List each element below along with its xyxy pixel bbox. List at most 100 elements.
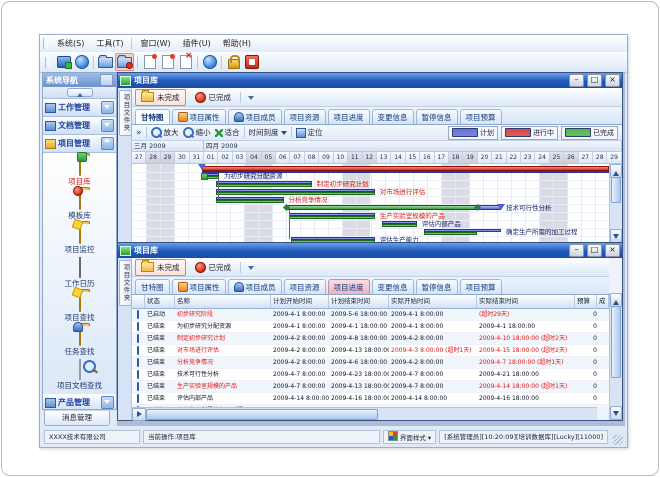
scroll-down-icon[interactable] (610, 229, 622, 243)
menu-item[interactable]: 窗口(W) (134, 36, 176, 51)
locate-button[interactable]: 定位 (296, 127, 323, 138)
column-header-预算[interactable]: 预算 (575, 295, 597, 308)
doc-edit-button[interactable] (159, 54, 176, 70)
scroll-up-icon[interactable] (610, 293, 622, 307)
project-folder-side-tab[interactable]: 项目文件夹 (119, 260, 132, 306)
scrollbar-thumb[interactable] (611, 306, 621, 378)
column-header-实际结束时间[interactable]: 实际结束时间 (477, 295, 575, 308)
scrollbar-thumb[interactable] (611, 177, 621, 203)
interface-style-dropdown[interactable]: 界面样式 ▾ (383, 430, 436, 444)
tab-暂停信息[interactable]: 暂停信息 (416, 279, 458, 294)
gantt-actual-bar[interactable] (216, 192, 375, 195)
scroll-up-icon[interactable] (610, 164, 622, 178)
chevron-down-icon[interactable] (101, 101, 114, 114)
tab-甘特图[interactable]: 甘特图 (135, 279, 170, 294)
table-row[interactable]: 已结束为初步研究分配资源2009-4-1 8:00:002009-4-1 18:… (132, 321, 609, 333)
lock-button[interactable] (225, 54, 242, 70)
table-vertical-scrollbar[interactable] (609, 293, 622, 420)
sidebar-item-项目文档查找[interactable]: 项目文档查找 (43, 359, 116, 393)
column-header-计划结束时间[interactable]: 计划结束时间 (329, 295, 389, 308)
dropdown-icon[interactable] (244, 260, 258, 274)
sidebar-item-项目监控[interactable]: 项目监控 (43, 223, 116, 257)
tab-变更信息[interactable]: 变更信息 (372, 279, 414, 294)
restore-button[interactable]: □ (587, 74, 602, 87)
restore-button[interactable]: □ (587, 244, 602, 257)
scrollbar-thumb[interactable] (146, 409, 378, 420)
sidebar-item-任务查找[interactable]: 任务查找 (43, 325, 116, 359)
gantt-actual-bar[interactable] (382, 224, 417, 227)
filter-已完成[interactable]: 已完成 (189, 259, 238, 276)
table-row[interactable]: 已结束分析竞争情况2009-4-2 8:00:002009-4-6 18:00:… (132, 357, 609, 369)
exit-button[interactable] (243, 54, 260, 70)
message-management-tab[interactable]: 消息管理 (44, 410, 110, 426)
menu-item[interactable]: 插件(U) (177, 36, 217, 51)
resize-grip[interactable] (613, 435, 623, 445)
sidebar-group-collapsed[interactable]: 工作管理 (43, 99, 116, 117)
sidebar-item-项目查找[interactable]: 项目查找 (43, 291, 116, 325)
zoom-in-button[interactable]: 放大 (151, 127, 179, 138)
table-row[interactable]: 已结束评估内部产品2009-4-14 8:00:002009-4-16 18:0… (132, 393, 609, 405)
tab-项目属性[interactable]: 项目属性 (172, 109, 226, 124)
table-window-titlebar[interactable]: 项目库 – □ × (118, 243, 622, 258)
fit-button[interactable]: 适合 (215, 127, 240, 138)
tab-项目进度[interactable]: 项目进度 (328, 279, 370, 294)
globe-button[interactable] (73, 54, 90, 70)
table-row[interactable]: 已结束制定初步研究计划2009-4-2 8:00:002009-4-8 18:0… (132, 333, 609, 345)
filter-未完成[interactable]: 未完成 (135, 89, 186, 106)
gantt-vertical-scrollbar[interactable] (609, 164, 622, 243)
time-scale-dropdown[interactable]: 时间刻度 (249, 127, 287, 138)
column-header-实际开始时间[interactable]: 实际开始时间 (389, 295, 477, 308)
tab-变更信息[interactable]: 变更信息 (372, 109, 414, 124)
tab-项目资源[interactable]: 项目资源 (284, 279, 326, 294)
sidebar-scroll-up[interactable] (43, 87, 116, 99)
doc-delete-button[interactable] (177, 54, 194, 70)
zoom-out-button[interactable]: 缩小 (183, 127, 211, 138)
gantt-window-titlebar[interactable]: 项目库 – □ × (118, 73, 622, 88)
minimize-button[interactable]: – (569, 244, 584, 257)
project-folder-side-tab[interactable]: 项目文件夹 (119, 90, 132, 136)
table-row[interactable]: 已结束生产实验室规模的产品2009-4-7 8:00:002009-4-13 1… (132, 381, 609, 393)
folder-open-button[interactable] (97, 54, 114, 70)
table-row[interactable]: 已启动初步研究阶段2009-4-1 8:00:002009-5-6 18:00:… (132, 309, 609, 321)
sidebar-group-collapsed[interactable]: 产品管理 (43, 394, 116, 409)
column-header-计划开始时间[interactable]: 计划开始时间 (271, 295, 329, 308)
tab-项目预算[interactable]: 项目预算 (460, 109, 502, 124)
filter-未完成[interactable]: 未完成 (135, 259, 186, 276)
sidebar-group-expanded[interactable]: 项目管理 (43, 135, 116, 153)
tab-项目属性[interactable]: 项目属性 (172, 279, 226, 294)
tab-暂停信息[interactable]: 暂停信息 (416, 109, 458, 124)
sidebar-item-项目库[interactable]: 项目库 (43, 155, 116, 189)
tab-项目成员[interactable]: 项目成员 (228, 279, 282, 294)
table-row[interactable]: 已结束技术可行性分析2009-4-7 8:00:002009-4-23 18:0… (132, 369, 609, 381)
column-header-名称[interactable]: 名称 (175, 295, 271, 308)
gantt-actual-bar[interactable] (216, 200, 283, 203)
minimize-button[interactable]: – (569, 74, 584, 87)
menu-item[interactable]: 帮助(H) (217, 36, 257, 51)
menu-item[interactable]: 系统(S) (51, 36, 90, 51)
gantt-actual-bar[interactable] (289, 216, 375, 219)
tab-项目进度[interactable]: 项目进度 (328, 109, 370, 124)
tab-甘特图[interactable]: 甘特图 (135, 109, 170, 124)
table-horizontal-scrollbar[interactable] (132, 407, 597, 420)
scroll-right-icon[interactable] (132, 408, 146, 421)
gantt-actual-bar[interactable] (216, 184, 311, 187)
folder-active-button[interactable] (115, 53, 134, 71)
toolbar-overflow-icon[interactable]: » (136, 128, 142, 138)
chevron-up-icon[interactable] (67, 88, 93, 97)
gantt-actual-bar[interactable] (424, 232, 477, 235)
scroll-down-icon[interactable] (610, 406, 622, 420)
desktop-button[interactable] (55, 54, 72, 70)
close-button[interactable]: × (605, 74, 620, 87)
tab-项目资源[interactable]: 项目资源 (284, 109, 326, 124)
menu-item[interactable]: 工具(T) (90, 36, 129, 51)
chevron-down-icon[interactable] (101, 396, 114, 409)
column-header-状态[interactable]: 状态 (145, 295, 175, 308)
chevron-up-icon[interactable] (101, 137, 114, 150)
doc-new-button[interactable] (141, 54, 158, 70)
dropdown-icon[interactable] (244, 90, 258, 104)
close-button[interactable]: × (605, 244, 620, 257)
tab-项目预算[interactable]: 项目预算 (460, 279, 502, 294)
filter-已完成[interactable]: 已完成 (189, 89, 238, 106)
column-header-成[interactable]: 成 (597, 295, 609, 308)
chevron-down-icon[interactable] (101, 119, 114, 132)
